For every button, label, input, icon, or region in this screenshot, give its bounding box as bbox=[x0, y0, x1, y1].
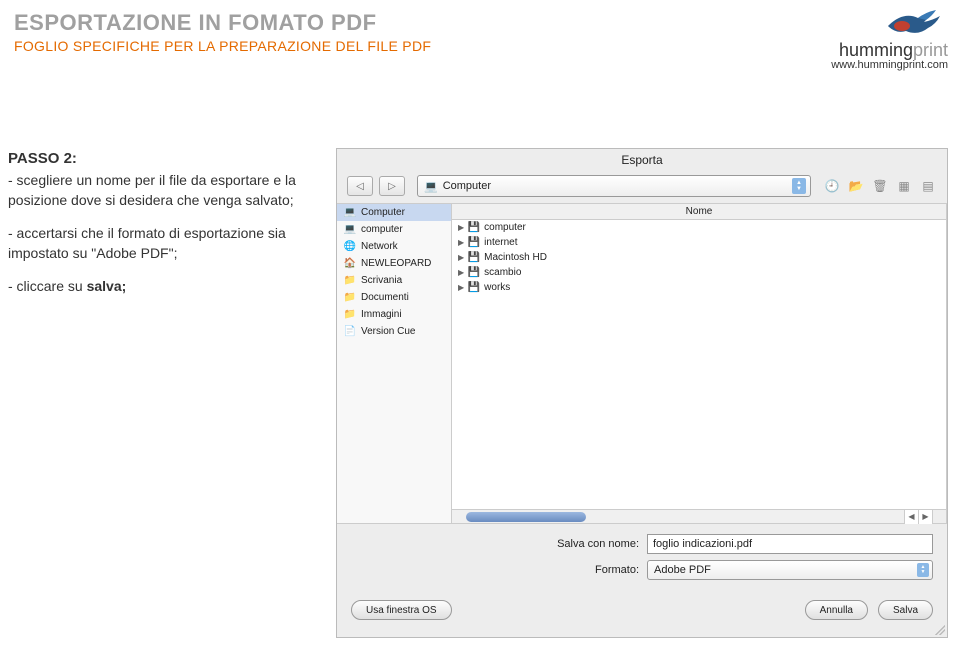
column-header-nome[interactable]: Nome bbox=[452, 204, 946, 220]
sidebar-item-label: computer bbox=[361, 224, 403, 235]
sidebar-item-scrivania[interactable]: 📁 Scrivania bbox=[337, 272, 451, 289]
cancel-button[interactable]: Annulla bbox=[805, 600, 868, 620]
sidebar-item-computer[interactable]: 💻 Computer bbox=[337, 204, 451, 221]
disclosure-triangle-icon: ▶ bbox=[458, 223, 464, 232]
filename-input[interactable] bbox=[647, 534, 933, 554]
format-popup[interactable]: Adobe PDF ▲▼ bbox=[647, 560, 933, 580]
file-label: internet bbox=[484, 237, 517, 248]
dialog-toolbar: ◁ ▷ 💻 Computer ▲▼ 🕘 📂 🗑 ▦ ▤ bbox=[337, 173, 947, 204]
file-label: works bbox=[484, 282, 510, 293]
file-row[interactable]: ▶💾computer bbox=[452, 220, 946, 235]
view-icon-1[interactable]: ▦ bbox=[895, 177, 913, 195]
disclosure-triangle-icon: ▶ bbox=[458, 268, 464, 277]
volume-icon: 💾 bbox=[467, 267, 481, 278]
step-label: PASSO 2: bbox=[8, 148, 328, 169]
volume-icon: 💾 bbox=[467, 237, 481, 248]
sidebar-item-label: Version Cue bbox=[361, 326, 415, 337]
sidebar-item-documenti[interactable]: 📁 Documenti bbox=[337, 289, 451, 306]
use-os-button[interactable]: Usa finestra OS bbox=[351, 600, 452, 620]
location-label: Computer bbox=[443, 180, 491, 192]
sidebar-item-immagini[interactable]: 📁 Immagini bbox=[337, 306, 451, 323]
sidebar-item-label: NEWLEOPARD bbox=[361, 258, 431, 269]
logo-text-bold: humming bbox=[839, 40, 913, 60]
chevron-left-icon: ◁ bbox=[356, 181, 364, 192]
instruction-1: - scegliere un nome per il file da espor… bbox=[8, 171, 328, 210]
format-label: Formato: bbox=[537, 564, 647, 576]
file-row[interactable]: ▶💾internet bbox=[452, 235, 946, 250]
sidebar-item-icon: 💻 bbox=[343, 224, 357, 235]
popup-arrows-icon: ▲▼ bbox=[792, 178, 806, 194]
sidebar-item-label: Immagini bbox=[361, 309, 402, 320]
file-column: Nome ▶💾computer▶💾internet▶💾Macintosh HD▶… bbox=[452, 204, 947, 523]
file-row[interactable]: ▶💾scambio bbox=[452, 265, 946, 280]
volume-icon: 💾 bbox=[467, 282, 481, 293]
sidebar-item-network[interactable]: 🌐 Network bbox=[337, 238, 451, 255]
logo-text: hummingprint bbox=[831, 40, 948, 61]
sidebar-item-label: Scrivania bbox=[361, 275, 402, 286]
sidebar-item-icon: 📁 bbox=[343, 309, 357, 320]
scroll-left-icon[interactable]: ◀ bbox=[904, 510, 918, 524]
sidebar-item-icon: 🌐 bbox=[343, 241, 357, 252]
file-browser: 💻 Computer 💻 computer 🌐 Network 🏠 NEWLEOPARD 📁 Sc… bbox=[337, 204, 947, 524]
save-name-label: Salva con nome: bbox=[537, 538, 647, 550]
sidebar-item-icon: 🏠 bbox=[343, 258, 357, 269]
popup-arrows-icon: ▲▼ bbox=[917, 563, 929, 577]
volume-icon: 💾 bbox=[467, 252, 481, 263]
page-title: ESPORTAZIONE IN FOMATO PDF bbox=[14, 10, 946, 36]
horizontal-scrollbar[interactable]: ◀ ▶ bbox=[452, 509, 932, 523]
sidebar-item-version-cue[interactable]: 📄 Version Cue bbox=[337, 323, 451, 340]
history-icon[interactable]: 🕘 bbox=[823, 177, 841, 195]
chevron-right-icon: ▷ bbox=[388, 181, 396, 192]
nav-forward-button[interactable]: ▷ bbox=[379, 176, 405, 196]
resize-handle-icon[interactable] bbox=[935, 625, 945, 635]
sidebar-item-label: Documenti bbox=[361, 292, 409, 303]
instruction-3: - cliccare su salva; bbox=[8, 277, 328, 297]
volume-icon: 💾 bbox=[467, 222, 481, 233]
export-dialog: Esporta ◁ ▷ 💻 Computer ▲▼ 🕘 📂 🗑 ▦ ▤ 💻 Com… bbox=[336, 148, 948, 638]
logo-block: hummingprint www.hummingprint.com bbox=[831, 6, 948, 71]
scroll-corner bbox=[932, 509, 946, 523]
sidebar-item-computer[interactable]: 💻 computer bbox=[337, 221, 451, 238]
sidebar-item-label: Computer bbox=[361, 207, 405, 218]
page-subtitle: FOGLIO SPECIFICHE PER LA PREPARAZIONE DE… bbox=[14, 38, 946, 54]
save-button[interactable]: Salva bbox=[878, 600, 933, 620]
scroll-thumb[interactable] bbox=[466, 512, 586, 522]
dialog-form: Salva con nome: Formato: Adobe PDF ▲▼ bbox=[337, 524, 947, 594]
file-row[interactable]: ▶💾works bbox=[452, 280, 946, 295]
scroll-right-icon[interactable]: ▶ bbox=[918, 510, 932, 524]
disclosure-triangle-icon: ▶ bbox=[458, 253, 464, 262]
nav-back-button[interactable]: ◁ bbox=[347, 176, 373, 196]
new-folder-icon[interactable]: 📂 bbox=[847, 177, 865, 195]
trash-icon[interactable]: 🗑 bbox=[871, 177, 889, 195]
sidebar-item-icon: 📁 bbox=[343, 275, 357, 286]
sidebar-item-label: Network bbox=[361, 241, 398, 252]
format-value: Adobe PDF bbox=[654, 564, 711, 576]
computer-icon: 💻 bbox=[424, 180, 438, 193]
file-label: scambio bbox=[484, 267, 521, 278]
instruction-2: - accertarsi che il formato di esportazi… bbox=[8, 224, 328, 263]
file-label: Macintosh HD bbox=[484, 252, 547, 263]
location-popup[interactable]: 💻 Computer ▲▼ bbox=[417, 175, 811, 197]
sidebar-item-icon: 📁 bbox=[343, 292, 357, 303]
logo-url: www.hummingprint.com bbox=[831, 59, 948, 71]
page-header: ESPORTAZIONE IN FOMATO PDF FOGLIO SPECIF… bbox=[0, 0, 960, 58]
sidebar: 💻 Computer 💻 computer 🌐 Network 🏠 NEWLEOPARD 📁 Sc… bbox=[337, 204, 452, 523]
sidebar-item-icon: 💻 bbox=[343, 207, 357, 218]
disclosure-triangle-icon: ▶ bbox=[458, 283, 464, 292]
view-icon-2[interactable]: ▤ bbox=[919, 177, 937, 195]
file-row[interactable]: ▶💾Macintosh HD bbox=[452, 250, 946, 265]
dialog-buttons: Usa finestra OS Annulla Salva bbox=[337, 594, 947, 630]
sidebar-item-newleopard[interactable]: 🏠 NEWLEOPARD bbox=[337, 255, 451, 272]
instructions-column: PASSO 2: - scegliere un nome per il file… bbox=[8, 148, 328, 638]
disclosure-triangle-icon: ▶ bbox=[458, 238, 464, 247]
logo-text-light: print bbox=[913, 40, 948, 60]
file-label: computer bbox=[484, 222, 526, 233]
dialog-title: Esporta bbox=[337, 149, 947, 173]
sidebar-item-icon: 📄 bbox=[343, 326, 357, 337]
